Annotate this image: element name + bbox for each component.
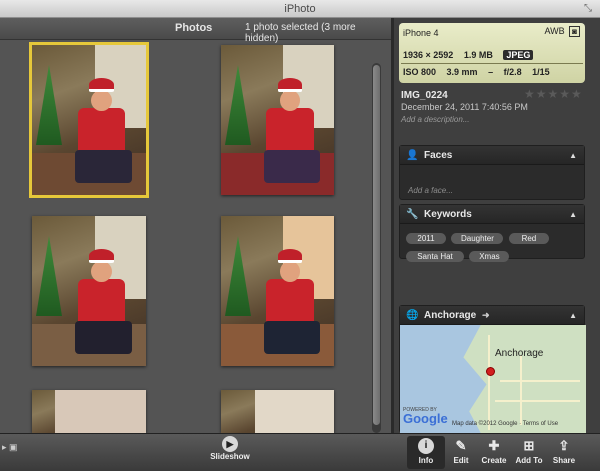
exposure-bias: –: [488, 67, 494, 77]
resolution: 1936 × 2592: [403, 50, 454, 60]
focal-length: 3.9 mm: [446, 67, 478, 77]
bottom-toolbar: ▸ ▣ ▶ Slideshow i Info ✎ Edit ✚ Create ⊞…: [0, 433, 600, 471]
photo-grid: Photos 1 photo selected (3 more hidden): [0, 18, 391, 433]
person-icon: 👤: [406, 150, 419, 161]
info-icon: i: [418, 438, 434, 454]
keywords-header[interactable]: 🔧 Keywords ▲: [400, 205, 584, 224]
faces-panel: 👤 Faces ▲ Add a face...: [399, 145, 585, 200]
keyword-tag[interactable]: 2011: [406, 233, 446, 244]
keyword-tag[interactable]: Xmas: [469, 251, 510, 262]
photo-thumbnail[interactable]: [221, 216, 334, 366]
grid-scrollbar[interactable]: [372, 63, 381, 433]
keywords-panel: 🔧 Keywords ▲ 2011 Daughter Red Santa Hat…: [399, 204, 585, 262]
info-button[interactable]: i Info: [407, 436, 445, 469]
photo-thumbnail[interactable]: [29, 42, 149, 198]
create-label: Create: [481, 456, 507, 465]
collapse-icon[interactable]: ▲: [569, 205, 577, 224]
window-title: iPhoto: [284, 3, 316, 15]
camera-model: iPhone 4: [403, 28, 439, 38]
window-titlebar: iPhoto ⤡: [0, 0, 600, 18]
slideshow-button[interactable]: ▶ Slideshow: [208, 436, 252, 461]
collapse-icon[interactable]: ▲: [569, 306, 577, 325]
play-icon: ▶: [222, 436, 238, 452]
location-panel: 🌐 Anchorage ➜ ▲ Anchorage POWERED BY Goo…: [399, 305, 586, 433]
photo-thumbnail[interactable]: [221, 45, 334, 195]
share-label: Share: [552, 456, 576, 465]
add-icon: ⊞: [523, 438, 535, 453]
share-icon: ⇪: [558, 438, 570, 453]
grid-header: Photos 1 photo selected (3 more hidden): [0, 18, 391, 44]
info-pane: iPhone 4 AWB ◙ 1936 × 2592 1.9 MB JPEG I…: [394, 18, 600, 433]
flash-icon: ◙: [569, 26, 580, 37]
info-label: Info: [418, 456, 434, 465]
location-header[interactable]: 🌐 Anchorage ➜ ▲: [400, 306, 584, 325]
format-badge: JPEG: [503, 50, 534, 60]
add-to-label: Add To: [515, 456, 543, 465]
zoom-icon[interactable]: ▸ ▣: [2, 442, 18, 453]
faces-header[interactable]: 👤 Faces ▲: [400, 146, 584, 165]
aperture: f/2.8: [503, 67, 522, 77]
map-pin-icon[interactable]: [486, 367, 495, 376]
photo-name[interactable]: IMG_0224: [401, 90, 448, 101]
photo-date[interactable]: December 24, 2011 7:40:56 PM: [401, 102, 528, 112]
keyword-tag[interactable]: Red: [508, 233, 549, 244]
photo-thumbnail[interactable]: [32, 216, 146, 366]
create-button[interactable]: ✚ Create: [475, 436, 513, 465]
map-copyright[interactable]: Map data ©2012 Google · Terms of Use: [452, 421, 558, 427]
edit-label: Edit: [453, 456, 469, 465]
photo-thumbnail[interactable]: [221, 390, 334, 433]
exif-panel: iPhone 4 AWB ◙ 1936 × 2592 1.9 MB JPEG I…: [399, 23, 585, 83]
create-icon: ✚: [488, 438, 500, 453]
grid-title: Photos: [175, 22, 213, 34]
keyword-tag[interactable]: Santa Hat: [406, 251, 464, 262]
shutter-speed: 1/15: [532, 67, 550, 77]
location-title: Anchorage: [424, 310, 477, 321]
camera-mode-icons: AWB ◙: [544, 26, 580, 37]
white-balance-icon: AWB: [544, 26, 565, 36]
description-field[interactable]: Add a description...: [401, 115, 469, 124]
key-icon: 🔧: [406, 209, 419, 220]
keyword-tag[interactable]: Daughter: [451, 233, 504, 244]
google-logo: Google: [403, 411, 448, 426]
selection-status: 1 photo selected (3 more hidden): [245, 22, 356, 44]
share-button[interactable]: ⇪ Share: [545, 436, 583, 465]
photo-thumbnail[interactable]: [32, 390, 146, 433]
add-to-button[interactable]: ⊞ Add To: [510, 436, 548, 465]
iso: ISO 800: [403, 67, 437, 77]
faces-title: Faces: [424, 150, 453, 161]
add-face-field[interactable]: Add a face...: [408, 186, 453, 195]
rating-stars[interactable]: ★★★★★: [524, 87, 583, 101]
location-arrow-icon[interactable]: ➜: [482, 310, 490, 320]
slideshow-label: Slideshow: [210, 452, 250, 461]
keywords-title: Keywords: [424, 209, 472, 220]
keyword-list: 2011 Daughter Red Santa Hat Xmas: [406, 228, 586, 264]
file-size: 1.9 MB: [463, 50, 493, 60]
location-map[interactable]: Anchorage POWERED BY Google Map data ©20…: [400, 325, 586, 433]
map-city-label: Anchorage: [495, 348, 544, 359]
collapse-icon[interactable]: ▲: [569, 146, 577, 165]
globe-icon: 🌐: [406, 310, 419, 321]
fullscreen-icon[interactable]: ⤡: [584, 0, 592, 18]
scrollbar-thumb[interactable]: [373, 65, 380, 425]
